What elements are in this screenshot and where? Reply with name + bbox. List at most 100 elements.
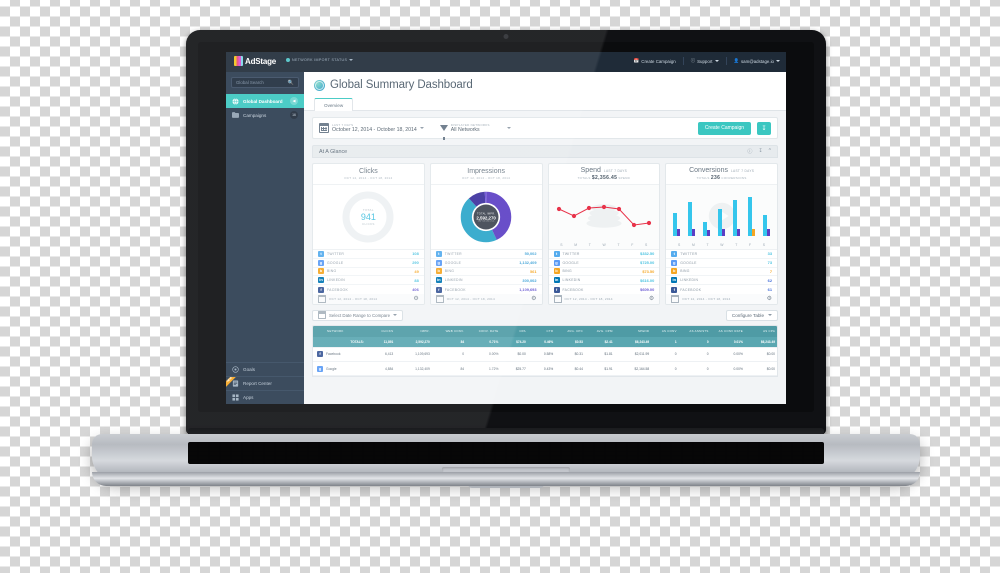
network-row[interactable]: g GOOGLE 290 bbox=[313, 259, 424, 268]
date-range-picker[interactable]: LAST 7 DAYS October 12, 2014 - October 1… bbox=[319, 123, 424, 134]
download-icon[interactable]: ↧ bbox=[758, 148, 762, 155]
chevron-down-icon[interactable] bbox=[419, 127, 424, 129]
network-row[interactable]: in LINKEDIN 62 bbox=[666, 276, 777, 286]
totals-label: TOTALS: bbox=[313, 336, 368, 348]
sidebar-collapse-badge[interactable]: ◀ bbox=[290, 97, 298, 105]
cell-avg-cpm: $1.81 bbox=[584, 347, 615, 362]
col-spend[interactable]: SPEND bbox=[614, 325, 652, 337]
line-series bbox=[556, 204, 651, 228]
sidebar-item-campaigns[interactable]: Campaigns 16 bbox=[226, 108, 304, 122]
network-row[interactable]: t TWITTER 33 bbox=[666, 250, 777, 259]
col-as-assists[interactable]: AS ASSISTS bbox=[678, 325, 711, 337]
network-row[interactable]: g GOOGLE 73 bbox=[666, 259, 777, 268]
sidebar-item-label: Global Dashboard bbox=[243, 98, 283, 104]
card-subtitle: TOTALS $2,356.45 SPEND bbox=[578, 175, 631, 181]
gear-icon[interactable]: ⚙ bbox=[531, 296, 536, 302]
card-subtitle-suffix: SPEND bbox=[618, 176, 631, 180]
download-button[interactable]: ↧ bbox=[757, 121, 771, 135]
x-axis-labels: S M T W T F S bbox=[549, 243, 660, 247]
gear-icon[interactable]: ⚙ bbox=[649, 296, 654, 302]
sidebar-item-global-dashboard[interactable]: Global Dashboard ◀ bbox=[226, 94, 304, 108]
sidebar-item-report-center[interactable]: NEW Report Center bbox=[226, 376, 304, 390]
network-row[interactable]: in LINKEDIN $616.00 bbox=[548, 276, 660, 286]
chevron-down-icon bbox=[768, 314, 772, 317]
network-row[interactable]: b BING $73.50 bbox=[548, 268, 660, 277]
brand-logo[interactable]: AdStage bbox=[234, 56, 276, 66]
table-row[interactable]: g Google 4,884 1,132,409 84 1.72% $25.77 bbox=[313, 361, 777, 377]
col-cpa[interactable]: CPA bbox=[500, 325, 528, 337]
network-import-status[interactable]: NETWORK IMPORT STATUS bbox=[286, 58, 354, 62]
sidebar-item-goals[interactable]: Goals bbox=[226, 362, 304, 376]
network-row[interactable]: t TWITTER 50,002 bbox=[430, 250, 542, 259]
cell-as-conv: 0 bbox=[651, 347, 679, 362]
configure-table-button[interactable]: Configure Table bbox=[725, 309, 778, 321]
support-menu[interactable]: ⓘ Support bbox=[691, 58, 719, 64]
divider bbox=[725, 57, 727, 65]
at-a-glance-title: At A Glance bbox=[319, 148, 348, 155]
col-clicks[interactable]: CLICKS bbox=[367, 325, 396, 337]
cell-spend: $2,164.58 bbox=[614, 361, 652, 377]
network-row[interactable]: g GOOGLE $725.00 bbox=[548, 259, 660, 268]
network-filter[interactable]: DISPLAYED NETWORKS All Networks bbox=[439, 123, 511, 140]
col-avg-cpc[interactable]: AVG. CPC bbox=[555, 325, 585, 337]
network-row[interactable]: b BING 7 bbox=[666, 268, 777, 277]
network-row[interactable]: f FACEBOOK $609.00 bbox=[549, 285, 660, 294]
tab-overview[interactable]: Overview bbox=[314, 98, 354, 111]
google-icon: g bbox=[317, 365, 323, 372]
network-name: GOOGLE bbox=[680, 260, 697, 265]
network-row[interactable]: g GOOGLE 1,132,409 bbox=[430, 259, 542, 268]
network-row[interactable]: b BING 561 bbox=[430, 268, 542, 277]
network-row[interactable]: in LINKEDIN 88 bbox=[313, 276, 424, 286]
totals-avg-cpc: $0.53 bbox=[555, 336, 585, 348]
funnel-icon bbox=[439, 125, 448, 140]
network-row[interactable]: f FACEBOOK 61 bbox=[666, 285, 777, 294]
search-icon[interactable]: 🔍 bbox=[288, 80, 294, 86]
network-row[interactable]: in LINKEDIN 300,002 bbox=[430, 276, 542, 286]
col-as-conv-rate[interactable]: AS CONV RATE bbox=[710, 325, 745, 337]
col-conv-rate[interactable]: CONV. RATE bbox=[466, 325, 501, 337]
topbar-actions: 📅 Create Campaign ⓘ Support 👤 sam@adstag… bbox=[634, 57, 780, 65]
global-search[interactable]: Global Search 🔍 bbox=[231, 77, 299, 88]
network-row[interactable]: t TWITTER $332.50 bbox=[548, 250, 660, 259]
totals-conv-rate: 0.71% bbox=[466, 336, 501, 348]
gear-icon[interactable]: ⚙ bbox=[767, 296, 772, 302]
sidebar-item-apps[interactable]: Apps bbox=[226, 390, 304, 404]
calendar-icon bbox=[671, 294, 680, 303]
network-row[interactable]: b BING 49 bbox=[313, 268, 424, 277]
col-avg-cpm[interactable]: AVG. CPM bbox=[584, 325, 615, 337]
network-row[interactable]: f FACEBOOK 1,109,693 bbox=[431, 285, 542, 294]
col-impr[interactable]: IMPR. bbox=[395, 325, 432, 337]
create-campaign-topnav[interactable]: 📅 Create Campaign bbox=[634, 58, 676, 64]
conversions-bar-chart: S M T W T F S bbox=[666, 185, 777, 249]
create-campaign-button[interactable]: Create Campaign bbox=[697, 121, 751, 135]
col-as-cpa[interactable]: AS CPA bbox=[744, 325, 777, 337]
info-icon[interactable]: ⓘ bbox=[747, 148, 752, 155]
donut: TOTAL IMPR. 2,592,270 IMPRESSIONS bbox=[460, 191, 512, 243]
card-footer-range: OCT 12, 2014 - OCT 18, 2014 bbox=[682, 296, 731, 301]
chevron-down-icon[interactable] bbox=[506, 127, 511, 129]
network-name: TWITTER bbox=[562, 251, 580, 256]
collapse-icon[interactable]: ^ bbox=[769, 148, 771, 155]
table-row[interactable]: f Facebook 6,413 1,109,693 0 0.00% $0.00 bbox=[313, 347, 777, 362]
totals-cpa: $74.20 bbox=[500, 336, 528, 348]
network-name: BING bbox=[444, 269, 455, 274]
x-axis-labels: S M T W T F S bbox=[666, 243, 777, 247]
gear-icon[interactable]: ⚙ bbox=[413, 296, 418, 302]
table-header-row: NETWORK CLICKS IMPR. WEB CONV. CONV. RAT… bbox=[313, 325, 777, 337]
network-value: 300,002 bbox=[522, 277, 537, 283]
at-a-glance-header: At A Glance ⓘ ↧ ^ bbox=[312, 145, 778, 158]
col-as-conv[interactable]: AS CONV bbox=[651, 325, 679, 337]
col-web-conv[interactable]: WEB CONV. bbox=[431, 325, 467, 337]
cell-impr: 1,109,693 bbox=[395, 347, 432, 362]
col-ctr[interactable]: CTR bbox=[527, 325, 556, 337]
date-range-value: October 12, 2014 - October 18, 2014 bbox=[332, 126, 417, 133]
linkedin-icon: in bbox=[553, 277, 560, 284]
compare-date-range-button[interactable]: Select Date Range to Compare bbox=[312, 309, 404, 321]
network-row[interactable]: f FACEBOOK 406 bbox=[313, 285, 424, 294]
cell-web-conv: 0 bbox=[431, 347, 467, 362]
calendar-icon bbox=[435, 294, 444, 303]
account-menu[interactable]: 👤 sam@adstage.io bbox=[734, 58, 780, 64]
network-rows: t TWITTER 108 g GOOGLE 290 b BING 49 in … bbox=[313, 249, 424, 294]
network-row[interactable]: t TWITTER 108 bbox=[313, 250, 424, 259]
col-network[interactable]: NETWORK bbox=[313, 325, 368, 337]
